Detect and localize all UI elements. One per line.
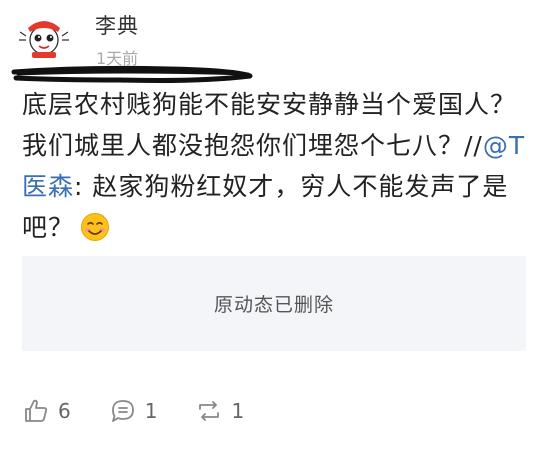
post-text-main: 底层农村贱狗能不能安安静静当个爱国人？我们城里人都没抱怨你们埋怨个七八？// <box>22 90 517 160</box>
repost-count: 1 <box>231 399 245 423</box>
deleted-notice: 原动态已删除 <box>213 294 334 316</box>
repost-icon <box>199 401 220 421</box>
comment-button[interactable]: 1 <box>109 397 158 425</box>
action-bar: 6 1 1 <box>22 393 282 429</box>
comment-count: 1 <box>144 399 158 423</box>
like-count: 6 <box>58 399 71 423</box>
avatar[interactable] <box>18 10 70 62</box>
post-time: 1天前 <box>96 49 139 68</box>
author-name[interactable]: 李典 <box>95 10 139 40</box>
quoted-post-deleted[interactable]: 原动态已删除 <box>22 256 526 351</box>
comment-icon <box>111 400 134 422</box>
post-text: 底层农村贱狗能不能安安静静当个爱国人？我们城里人都没抱怨你们埋怨个七八？//@T… <box>22 84 532 248</box>
repost-button[interactable]: 1 <box>195 397 244 425</box>
like-button[interactable]: 6 <box>22 397 71 425</box>
smiling-face-emoji-icon <box>80 212 110 242</box>
thumbs-up-icon <box>25 399 48 422</box>
avatar-image <box>19 11 69 61</box>
